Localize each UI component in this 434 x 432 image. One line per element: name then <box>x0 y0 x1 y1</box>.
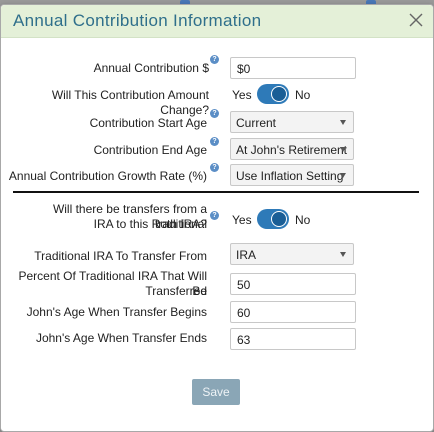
dialog-header: Annual Contribution Information <box>1 5 433 38</box>
section-divider <box>13 191 419 193</box>
traditional-ira-label: Traditional IRA To Transfer From <box>34 249 207 263</box>
transfer-ends-input[interactable]: 63 <box>230 328 356 350</box>
amount-change-yes-label: Yes <box>232 88 252 102</box>
end-age-label: Contribution End Age <box>93 143 207 157</box>
help-icon[interactable]: ? <box>210 163 219 172</box>
end-age-select[interactable]: At John's Retirement <box>230 138 354 160</box>
toggle-knob <box>271 211 287 227</box>
help-icon[interactable]: ? <box>210 55 219 64</box>
dialog-title: Annual Contribution Information <box>13 11 262 30</box>
transfers-no-label: No <box>295 213 311 227</box>
traditional-ira-select[interactable]: IRA <box>230 243 354 265</box>
annual-contribution-dialog: Annual Contribution Information Annual C… <box>0 4 434 432</box>
percent-transferred-input[interactable]: 50 <box>230 273 356 295</box>
transfers-yes-label: Yes <box>232 213 252 227</box>
amount-change-label: Will This Contribution Amount Change? <box>51 88 209 117</box>
chevron-down-icon <box>340 252 346 257</box>
help-icon[interactable]: ? <box>210 109 219 118</box>
annual-contribution-input[interactable]: $0 <box>230 57 356 79</box>
transfer-begins-input[interactable]: 60 <box>230 301 356 323</box>
percent-transferred-label-line2: Transferred <box>145 284 207 298</box>
growth-rate-value: Use Inflation Setting <box>236 169 344 183</box>
transfer-ends-label: John's Age When Transfer Ends <box>35 331 207 345</box>
annual-contribution-label: Annual Contribution $ <box>93 61 209 75</box>
save-button[interactable]: Save <box>192 379 240 405</box>
traditional-ira-value: IRA <box>236 248 257 262</box>
help-icon[interactable]: ? <box>210 211 219 220</box>
transfers-toggle[interactable] <box>257 209 289 229</box>
transfer-begins-label: John's Age When Transfer Begins <box>26 305 207 319</box>
chevron-down-icon <box>340 173 346 178</box>
chevron-down-icon <box>340 147 346 152</box>
chevron-down-icon <box>340 120 346 125</box>
growth-rate-label: Annual Contribution Growth Rate (%) <box>8 169 207 183</box>
start-age-value: Current <box>236 116 277 130</box>
start-age-select[interactable]: Current <box>230 111 354 133</box>
start-age-label: Contribution Start Age <box>89 116 207 130</box>
help-icon[interactable]: ? <box>210 137 219 146</box>
amount-change-toggle[interactable] <box>257 84 289 104</box>
close-icon[interactable] <box>408 12 424 28</box>
growth-rate-select[interactable]: Use Inflation Setting <box>230 164 354 186</box>
amount-change-no-label: No <box>295 88 311 102</box>
toggle-knob <box>271 86 287 102</box>
transfers-label-line2: IRA to this Roth IRA? <box>93 217 207 231</box>
end-age-value: At John's Retirement <box>236 143 348 157</box>
